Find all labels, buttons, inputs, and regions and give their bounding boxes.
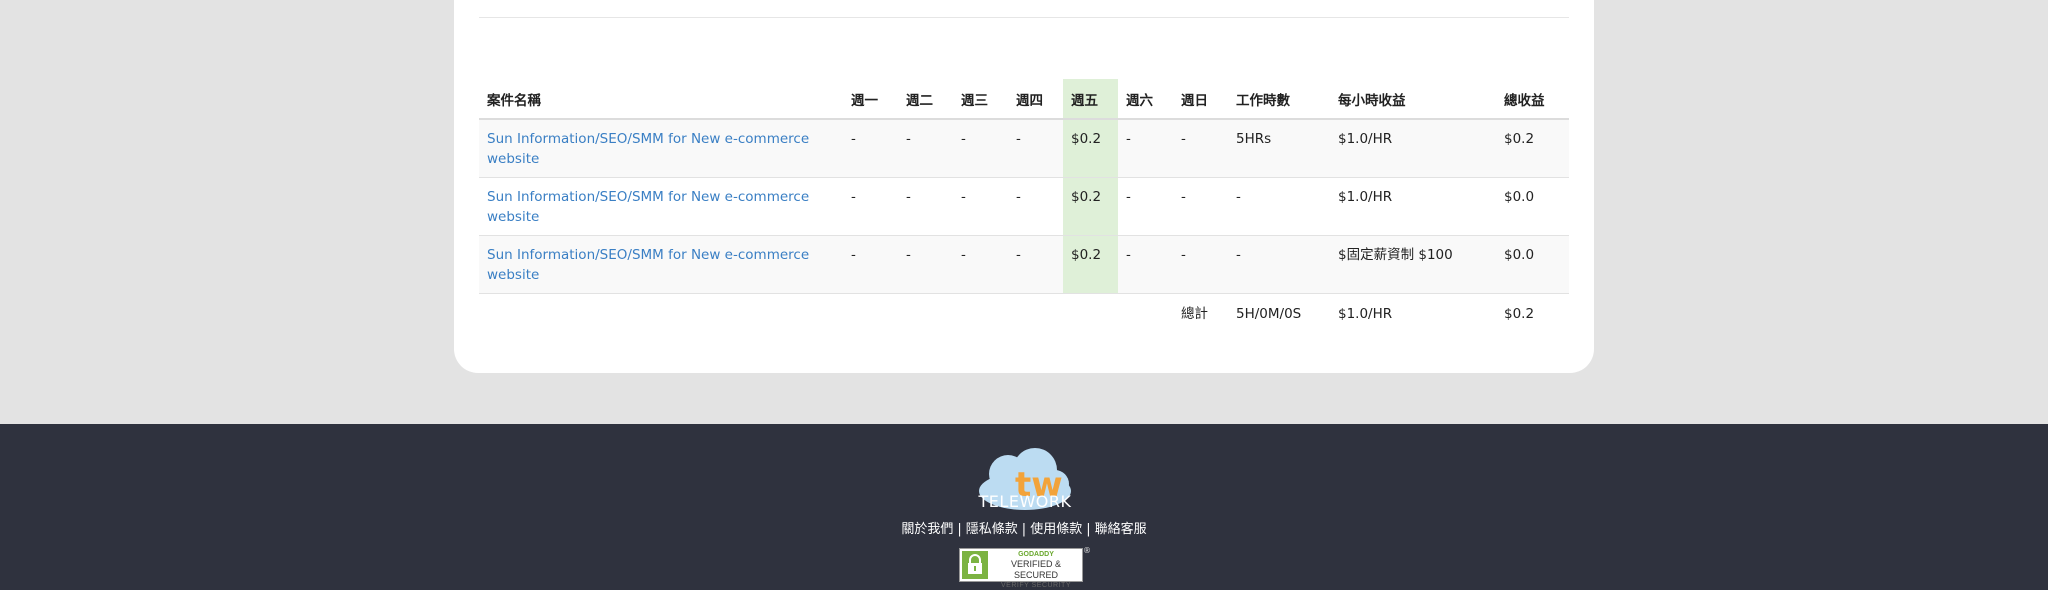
header-total-earnings: 總收益 xyxy=(1496,79,1569,120)
project-link[interactable]: Sun Information/SEO/SMM for New e-commer… xyxy=(487,131,809,167)
cell-thu: - xyxy=(1008,235,1063,294)
logo-text: TELEWORK xyxy=(978,492,1072,511)
link-separator: | xyxy=(1021,522,1027,537)
cell-total: $0.0 xyxy=(1496,235,1569,294)
divider xyxy=(479,17,1569,18)
seal-brand: GODADDY xyxy=(1018,551,1054,558)
cell-sun: - xyxy=(1173,235,1228,294)
cell-hours: - xyxy=(1228,177,1330,236)
footer-links: 關於我們 | 隱私條款 | 使用條款 | 聯絡客服 xyxy=(0,518,2048,537)
cell-fri: $0.2 xyxy=(1063,177,1118,236)
project-link[interactable]: Sun Information/SEO/SMM for New e-commer… xyxy=(487,189,809,225)
cell-tue: - xyxy=(898,235,953,294)
cell-hours: - xyxy=(1228,235,1330,294)
cell-tue: - xyxy=(898,177,953,236)
footer-link-contact[interactable]: 聯絡客服 xyxy=(1095,522,1147,537)
header-sun: 週日 xyxy=(1173,79,1228,120)
header-wed: 週三 xyxy=(953,79,1008,120)
header-mon: 週一 xyxy=(843,79,898,120)
cell-mon: - xyxy=(843,235,898,294)
header-project-name: 案件名稱 xyxy=(479,79,843,120)
cell-wed: - xyxy=(953,119,1008,178)
cell-mon: - xyxy=(843,119,898,178)
cell-thu: - xyxy=(1008,177,1063,236)
cell-hours: 5HRs xyxy=(1228,119,1330,178)
table-row: Sun Information/SEO/SMM for New e-commer… xyxy=(479,235,1569,294)
header-fri: 週五 xyxy=(1063,79,1118,120)
footer-link-terms[interactable]: 使用條款 xyxy=(1030,522,1082,537)
cell-mon: - xyxy=(843,177,898,236)
link-separator: | xyxy=(957,522,962,537)
cell-sat: - xyxy=(1118,235,1173,294)
cell-tue: - xyxy=(898,119,953,178)
link-separator: | xyxy=(1086,522,1091,537)
header-thu: 週四 xyxy=(1008,79,1063,120)
summary-hourly-rate: $1.0/HR xyxy=(1338,306,1393,322)
summary-row: 總計 5H/0M/0S $1.0/HR $0.2 xyxy=(479,294,1569,335)
summary-label: 總計 xyxy=(1181,306,1208,322)
cell-wed: - xyxy=(953,177,1008,236)
header-sat: 週六 xyxy=(1118,79,1173,120)
cell-fri: $0.2 xyxy=(1063,119,1118,178)
cell-hourly-rate: $固定薪資制 $100 xyxy=(1330,235,1496,294)
seal-main-text: VERIFIED & SECURED xyxy=(1010,559,1061,580)
cell-sun: - xyxy=(1173,177,1228,236)
cell-fri: $0.2 xyxy=(1063,235,1118,294)
godaddy-security-seal[interactable]: GODADDY VERIFIED & SECURED VERIFY SECURI… xyxy=(959,548,1083,589)
cell-sat: - xyxy=(1118,119,1173,178)
cell-sun: - xyxy=(1173,119,1228,178)
header-hourly-rate: 每小時收益 xyxy=(1330,79,1496,120)
registered-mark: ® xyxy=(1083,546,1091,555)
cell-thu: - xyxy=(1008,119,1063,178)
header-hours: 工作時數 xyxy=(1228,79,1330,120)
earnings-card: 案件名稱 週一 週二 週三 週四 週五 週六 週日 工作時數 每小時收益 總收益… xyxy=(454,0,1594,373)
padlock-icon xyxy=(962,551,988,579)
footer-link-privacy[interactable]: 隱私條款 xyxy=(966,522,1018,537)
cell-hourly-rate: $1.0/HR xyxy=(1330,177,1496,236)
summary-total: $0.2 xyxy=(1504,306,1535,322)
header-tue: 週二 xyxy=(898,79,953,120)
site-footer: tw TELEWORK 關於我們 | 隱私條款 | 使用條款 | 聯絡客服 GODADDY … xyxy=(0,424,2048,590)
footer-link-about[interactable]: 關於我們 xyxy=(901,522,953,537)
cell-sat: - xyxy=(1118,177,1173,236)
table-row: Sun Information/SEO/SMM for New e-commer… xyxy=(479,177,1569,236)
seal-sub-text: VERIFY SECURITY xyxy=(1001,582,1071,589)
weekly-earnings-table: 案件名稱 週一 週二 週三 週四 週五 週六 週日 工作時數 每小時收益 總收益… xyxy=(479,79,1569,334)
project-link[interactable]: Sun Information/SEO/SMM for New e-commer… xyxy=(487,247,809,283)
table-row: Sun Information/SEO/SMM for New e-commer… xyxy=(479,119,1569,178)
cell-total: $0.2 xyxy=(1496,119,1569,178)
cell-total: $0.0 xyxy=(1496,177,1569,236)
summary-hours: 5H/0M/0S xyxy=(1236,306,1302,322)
cell-wed: - xyxy=(953,235,1008,294)
table-header-row: 案件名稱 週一 週二 週三 週四 週五 週六 週日 工作時數 每小時收益 總收益 xyxy=(479,79,1569,120)
cell-hourly-rate: $1.0/HR xyxy=(1330,119,1496,178)
